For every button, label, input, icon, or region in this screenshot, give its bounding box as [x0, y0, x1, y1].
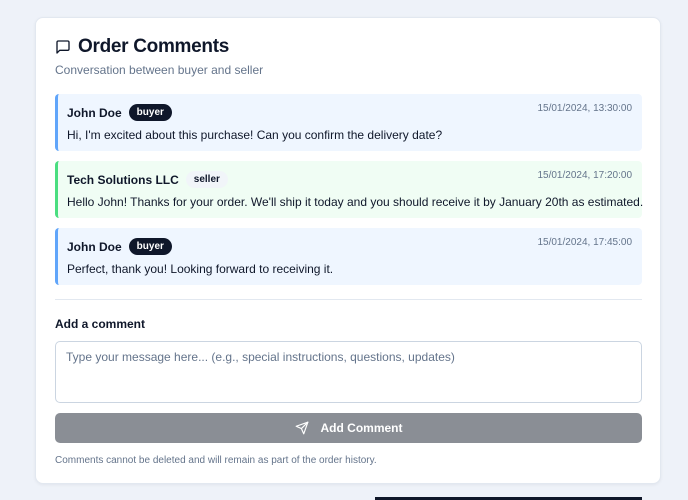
page-subtitle: Conversation between buyer and seller [55, 63, 264, 77]
role-badge: seller [185, 171, 228, 188]
comment-item: Tech Solutions LLC seller 15/01/2024, 17… [55, 161, 644, 218]
message-square-icon [55, 39, 71, 55]
history-note: Comments cannot be deleted and will rema… [55, 455, 377, 466]
comment-timestamp: 15/01/2024, 17:45:00 [537, 237, 632, 248]
comment-textarea[interactable] [55, 341, 642, 403]
comment-timestamp: 15/01/2024, 17:20:00 [537, 170, 632, 181]
send-icon [295, 421, 309, 435]
comment-item: John Doe buyer 15/01/2024, 13:30:00 Hi, … [55, 94, 642, 151]
order-comments-card: Order Comments Conversation between buye… [35, 17, 661, 484]
comment-author: Tech Solutions LLC [67, 172, 179, 187]
comment-author: John Doe [67, 239, 122, 254]
comment-text: Hi, I'm excited about this purchase! Can… [67, 128, 443, 142]
role-badge: buyer [128, 104, 172, 121]
page-title: Order Comments [78, 36, 230, 57]
title-row: Order Comments [55, 36, 641, 58]
comment-timestamp: 15/01/2024, 13:30:00 [537, 103, 632, 114]
add-comment-button[interactable]: Add Comment [55, 413, 642, 443]
add-comment-button-label: Add Comment [320, 421, 403, 435]
comment-text: Hello John! Thanks for your order. We'll… [67, 195, 644, 209]
comment-author: John Doe [67, 105, 122, 120]
comment-item: John Doe buyer 15/01/2024, 17:45:00 Perf… [55, 228, 642, 285]
comment-text: Perfect, thank you! Looking forward to r… [67, 262, 334, 276]
role-badge: buyer [128, 238, 172, 255]
comment-list: John Doe buyer 15/01/2024, 13:30:00 Hi, … [55, 94, 644, 295]
card-header: Order Comments Conversation between buye… [55, 36, 641, 77]
section-divider [55, 299, 642, 300]
add-comment-label: Add a comment [55, 317, 146, 331]
